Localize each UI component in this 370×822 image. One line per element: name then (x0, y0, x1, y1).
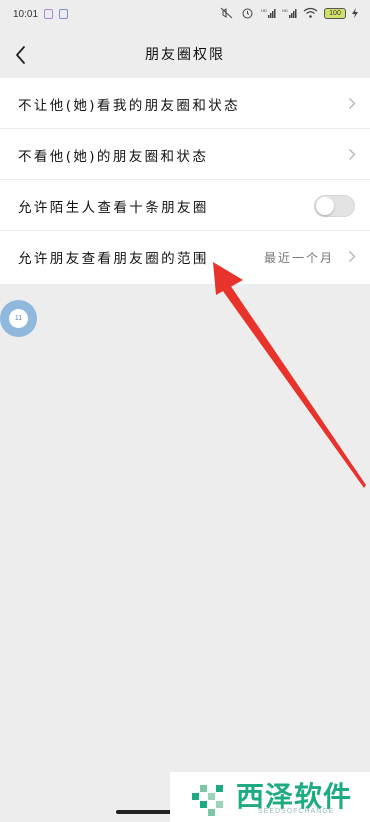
wifi-icon (303, 7, 318, 18)
mute-icon (220, 7, 233, 19)
setting-hide-their-moments[interactable]: 不看他(她)的朋友圈和状态 (0, 129, 370, 180)
setting-label: 允许陌生人查看十条朋友圈 (18, 200, 209, 216)
status-notification-icons (44, 9, 68, 19)
alarm-icon (242, 8, 253, 19)
navigation-bar: 朋友圈权限 (0, 30, 370, 78)
chevron-right-icon (349, 251, 356, 262)
signal-icon-2: HD (282, 8, 297, 18)
svg-text:HD: HD (261, 8, 267, 13)
toggle-knob (316, 197, 334, 215)
signal-icon: HD (261, 8, 276, 18)
floating-assistant-bubble[interactable]: 11 (0, 300, 37, 337)
status-right-icons: HD HD 100 (219, 7, 358, 19)
status-time: 10:01 (13, 9, 39, 20)
setting-allow-strangers: 允许陌生人查看十条朋友圈 (0, 180, 370, 231)
setting-value: 最近一个月 (263, 251, 334, 265)
status-bar: 10:01 HD HD 100 (0, 0, 370, 30)
setting-label: 不让他(她)看我的朋友圈和状态 (18, 98, 241, 114)
setting-label: 允许朋友查看朋友圈的范围 (18, 251, 209, 267)
setting-hide-my-moments[interactable]: 不让他(她)看我的朋友圈和状态 (0, 78, 370, 129)
app-notification-icon (44, 9, 53, 19)
watermark: 西泽软件 SEEDSOFCHANGE (170, 772, 370, 822)
page-title: 朋友圈权限 (145, 47, 225, 63)
svg-text:HD: HD (282, 8, 288, 13)
charging-icon (352, 8, 358, 18)
battery-indicator: 100 (324, 7, 346, 19)
setting-friends-view-range[interactable]: 允许朋友查看朋友圈的范围 最近一个月 (0, 231, 370, 284)
setting-label: 不看他(她)的朋友圈和状态 (18, 149, 209, 165)
chevron-right-icon (349, 149, 356, 160)
floating-bubble-badge: 11 (9, 309, 28, 328)
chevron-right-icon (349, 98, 356, 109)
allow-strangers-toggle[interactable] (314, 195, 355, 217)
settings-list: 不让他(她)看我的朋友圈和状态 不看他(她)的朋友圈和状态 允许陌生人查看十条朋… (0, 78, 370, 284)
watermark-subtitle: SEEDSOFCHANGE (258, 808, 335, 815)
shield-notification-icon (59, 9, 68, 19)
watermark-logo-icon (192, 785, 223, 816)
